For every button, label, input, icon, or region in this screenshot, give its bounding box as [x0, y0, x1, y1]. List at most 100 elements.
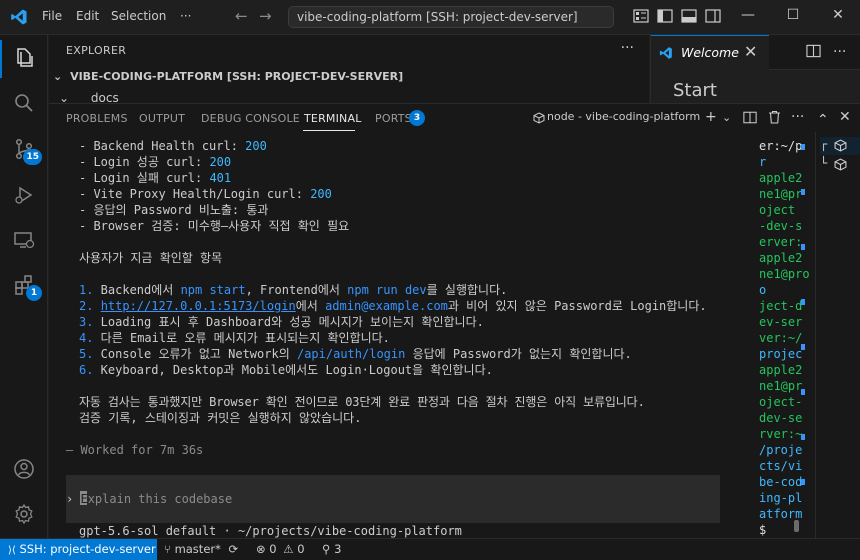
scroll-marker — [801, 434, 805, 440]
scrollbar-thumb[interactable] — [794, 520, 799, 532]
editor-area: Welcome ✕ ··· Start — [650, 35, 860, 103]
remote-icon: ⟩⟨ — [8, 545, 16, 556]
terminal-line: ev-ser — [759, 315, 803, 329]
tab-ports[interactable]: PORTS — [375, 112, 412, 125]
terminal-cube-icon — [834, 139, 847, 152]
status-bar: ⟩⟨ SSH: project-dev-server ⑂ master* ⟳ ⊗… — [0, 538, 860, 560]
tab-terminal[interactable]: TERMINAL — [304, 112, 362, 125]
editor-tab-strip: Welcome ✕ ··· — [651, 35, 860, 70]
close-panel-icon[interactable]: ✕ — [839, 109, 851, 125]
close-tab-icon[interactable]: ✕ — [744, 42, 757, 61]
terminal-name[interactable]: node - vibe-coding-platform — [547, 110, 700, 123]
menu-file[interactable]: File — [42, 9, 62, 23]
menu-selection[interactable]: Selection — [111, 9, 166, 23]
explorer-icon[interactable] — [12, 46, 36, 70]
tab-problems[interactable]: PROBLEMS — [66, 112, 128, 125]
terminal-line: ne1@pr — [759, 379, 803, 393]
bottom-panel: PROBLEMS OUTPUT DEBUG CONSOLE TERMINAL P… — [49, 103, 860, 539]
terminal-step: 6. Keyboard, Desktop과 Mobile에서도 Login·Lo… — [79, 363, 493, 377]
accounts-icon[interactable] — [12, 457, 36, 481]
maximize-icon[interactable]: ☐ — [783, 7, 803, 23]
tab-label: Welcome — [681, 45, 739, 60]
problems-indicator[interactable]: ⊗ 0 ⚠ 0 — [256, 542, 305, 556]
branch-indicator[interactable]: ⑂ master* ⟳ — [164, 542, 238, 556]
search-icon[interactable] — [12, 91, 36, 115]
terminal-line: - Vite Proxy Health/Login curl: 200 — [79, 187, 332, 201]
terminal-line: o — [759, 283, 767, 297]
secondary-terminal-output[interactable]: er:~/p r apple2 ne1@pr oject -dev-s erver: appl… — [759, 135, 810, 539]
sync-icon[interactable]: ⟳ — [229, 542, 239, 556]
customize-layout-icon[interactable] — [633, 9, 649, 23]
new-terminal-icon[interactable]: + — [705, 109, 717, 125]
terminal-line: erver: — [759, 235, 803, 249]
forward-arrow-icon[interactable]: → — [259, 7, 272, 25]
active-indicator — [0, 40, 2, 78]
menu-more-icon[interactable]: ··· — [180, 9, 191, 23]
terminal-cube-icon — [533, 112, 545, 124]
panel-more-icon[interactable]: ··· — [791, 109, 804, 125]
terminal-line: dev-se — [759, 411, 803, 425]
vscode-logo-icon — [11, 9, 27, 25]
split-editor-icon[interactable] — [806, 44, 821, 58]
maximize-panel-chevron-icon[interactable]: ⌃ — [817, 112, 829, 128]
source-control-icon[interactable]: 15 — [12, 137, 42, 165]
menu-edit[interactable]: Edit — [76, 9, 99, 23]
scroll-marker — [801, 189, 805, 195]
extensions-icon[interactable]: 1 — [12, 273, 42, 301]
run-debug-icon[interactable] — [12, 183, 36, 207]
active-tab-underline — [303, 130, 355, 131]
split-terminal-icon[interactable] — [743, 111, 757, 124]
close-window-icon[interactable]: ✕ — [828, 7, 848, 23]
login-url-link[interactable]: http://127.0.0.1:5173/login — [101, 299, 296, 313]
toggle-panel-icon[interactable] — [681, 9, 697, 23]
terminal-line: apple2 — [759, 251, 803, 265]
scroll-marker — [801, 344, 805, 350]
terminal-line: ing-pl — [759, 491, 803, 505]
editor-more-icon[interactable]: ··· — [833, 44, 846, 60]
terminal-line: cts/vi — [759, 459, 803, 473]
back-arrow-icon[interactable]: ← — [235, 7, 248, 25]
terminal-step: 2. http://127.0.0.1:5173/login에서 admin@e… — [79, 299, 707, 313]
warning-icon: ⚠ — [283, 542, 294, 556]
toggle-secondary-sidebar-icon[interactable] — [705, 9, 721, 23]
terminal-output[interactable]: - Backend Health curl: 200 - Login 성공 cu… — [49, 135, 761, 539]
terminal-step: 1. Backend에서 npm start, Frontend에서 npm r… — [79, 283, 508, 297]
extensions-badge: 1 — [26, 285, 42, 301]
manage-gear-icon[interactable] — [12, 502, 36, 526]
remote-explorer-icon[interactable] — [12, 228, 36, 252]
scroll-marker — [801, 144, 805, 150]
command-center-search[interactable]: vibe-coding-platform [SSH: project-dev-s… — [288, 6, 614, 28]
workspace-root-folder[interactable]: ⌄ VIBE-CODING-PLATFORM [SSH: PROJECT-DEV… — [53, 70, 403, 83]
git-branch-icon: ⑂ — [164, 542, 171, 556]
terminal-cube-icon — [834, 158, 847, 171]
explorer-more-icon[interactable]: ··· — [621, 40, 634, 56]
worked-for-divider: — Worked for 7m 36s — [66, 443, 204, 457]
ports-badge: 3 — [409, 110, 425, 126]
remote-indicator[interactable]: ⟩⟨ SSH: project-dev-server — [0, 539, 157, 560]
terminal-line: /proje — [759, 443, 803, 457]
terminal-line: apple2 — [759, 363, 803, 377]
chevron-down-icon[interactable]: ⌄ — [722, 111, 731, 124]
tab-debug-console[interactable]: DEBUG CONSOLE — [201, 112, 300, 125]
error-count: 0 — [269, 542, 277, 556]
tab-welcome[interactable]: Welcome ✕ — [651, 35, 769, 70]
terminal-line: - Backend Health curl: 200 — [79, 139, 267, 153]
tab-output[interactable]: OUTPUT — [139, 112, 185, 125]
remote-label: SSH: project-dev-server — [19, 542, 156, 556]
kill-terminal-trash-icon[interactable] — [768, 110, 781, 124]
prompt-line[interactable]: › Explain this codebase — [66, 491, 239, 507]
explorer-title: EXPLORER — [66, 44, 127, 57]
terminal-list-item[interactable]: ┌ — [820, 137, 860, 155]
terminal-line: apple2 — [759, 171, 803, 185]
toggle-primary-sidebar-icon[interactable] — [657, 9, 673, 23]
warning-count: 0 — [297, 542, 305, 556]
terminal-line: - 응답의 Password 비노출: 통과 — [79, 203, 269, 217]
scroll-marker — [801, 244, 805, 250]
terminal-tab-list: ┌ └ — [815, 132, 860, 539]
branch-label: master* — [174, 542, 221, 556]
minimize-icon[interactable]: — — [738, 7, 758, 23]
ports-count: 3 — [334, 542, 342, 556]
ports-indicator[interactable]: ⚲ 3 — [322, 542, 341, 556]
terminal-list-item[interactable]: └ — [820, 156, 860, 174]
activity-bar: 15 1 — [0, 35, 48, 538]
